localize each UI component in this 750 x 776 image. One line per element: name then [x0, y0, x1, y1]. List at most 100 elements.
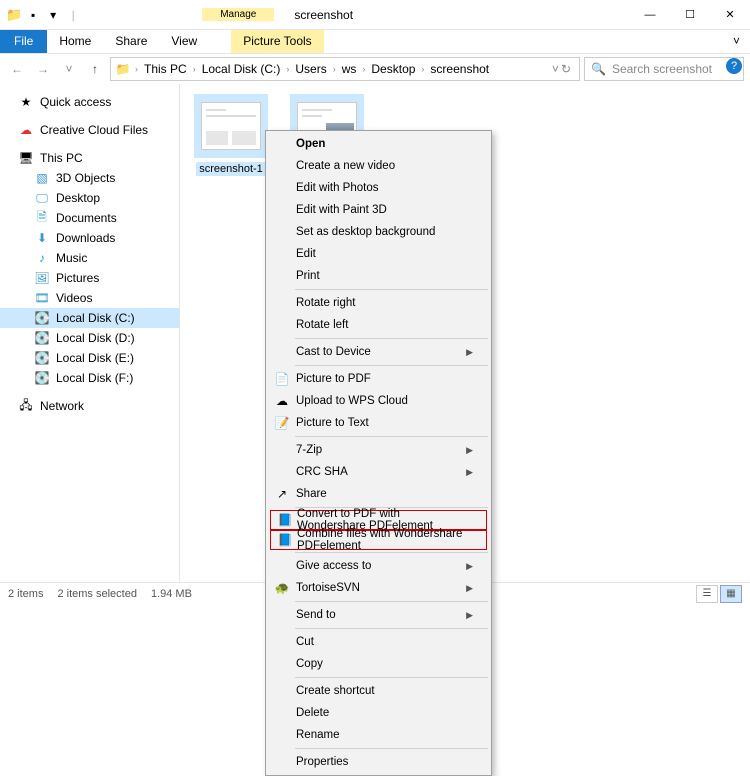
search-input[interactable]: 🔍 Search screenshot [584, 57, 744, 81]
nav-quick-access[interactable]: ★Quick access [0, 92, 179, 112]
title-bar: 📁 ▪ ▾ | Manage screenshot — ☐ ✕ [0, 0, 750, 30]
menu-picture-to-text[interactable]: 📝Picture to Text [268, 412, 489, 434]
pictures-icon: 🖼 [34, 270, 50, 286]
nav-music[interactable]: ♪Music [0, 248, 179, 268]
nav-recent-button[interactable]: ˅ [58, 58, 80, 80]
view-large-icons-button[interactable]: ▦ [720, 585, 742, 603]
menu-separator [295, 552, 488, 553]
chevron-right-icon[interactable]: › [284, 64, 291, 74]
menu-delete[interactable]: Delete [268, 702, 489, 724]
nav-disk-f[interactable]: 💽Local Disk (F:) [0, 368, 179, 388]
tab-file[interactable]: File [0, 30, 47, 53]
menu-cut[interactable]: Cut [268, 631, 489, 653]
crumb-ws[interactable]: ws [340, 62, 359, 76]
ribbon-toggle-button[interactable]: ˅ [723, 30, 750, 53]
menu-separator [295, 677, 488, 678]
qat-save-icon[interactable]: ▪ [24, 5, 42, 25]
navigation-pane: ★Quick access ☁Creative Cloud Files 🖥Thi… [0, 84, 180, 582]
menu-separator [295, 338, 488, 339]
menu-rename[interactable]: Rename [268, 724, 489, 746]
menu-cast[interactable]: Cast to Device▶ [268, 341, 489, 363]
menu-picture-to-pdf[interactable]: 📄Picture to PDF [268, 368, 489, 390]
title-center: Manage screenshot [82, 0, 630, 29]
cloud-icon: ☁ [18, 122, 34, 138]
nav-disk-c[interactable]: 💽Local Disk (C:) [0, 308, 179, 328]
nav-network[interactable]: 🖧Network [0, 396, 179, 416]
file-name: screenshot-1 [196, 162, 266, 176]
nav-videos[interactable]: 🎞Videos [0, 288, 179, 308]
menu-send-to[interactable]: Send to▶ [268, 604, 489, 626]
chevron-right-icon[interactable]: › [331, 64, 338, 74]
nav-disk-e[interactable]: 💽Local Disk (E:) [0, 348, 179, 368]
music-icon: ♪ [34, 250, 50, 266]
submenu-arrow-icon: ▶ [466, 467, 473, 478]
text-icon: 📝 [274, 416, 290, 430]
nav-downloads[interactable]: ⬇Downloads [0, 228, 179, 248]
menu-crc-sha[interactable]: CRC SHA▶ [268, 461, 489, 483]
nav-desktop[interactable]: 🖵Desktop [0, 188, 179, 208]
chevron-right-icon[interactable]: › [360, 64, 367, 74]
close-button[interactable]: ✕ [710, 0, 750, 29]
maximize-button[interactable]: ☐ [670, 0, 710, 29]
nav-creative-cloud[interactable]: ☁Creative Cloud Files [0, 120, 179, 140]
menu-wps-upload[interactable]: ☁Upload to WPS Cloud [268, 390, 489, 412]
crumb-c[interactable]: Local Disk (C:) [200, 62, 283, 76]
nav-documents[interactable]: 🗎Documents [0, 208, 179, 228]
chevron-right-icon[interactable]: › [191, 64, 198, 74]
file-item[interactable]: screenshot-1 [190, 94, 272, 176]
contextual-tab-header: Manage [202, 8, 274, 21]
window-controls: — ☐ ✕ [630, 0, 750, 29]
submenu-arrow-icon: ▶ [466, 445, 473, 456]
menu-rotate-right[interactable]: Rotate right [268, 292, 489, 314]
drive-icon: 💽 [34, 370, 50, 386]
address-bar[interactable]: 📁 › This PC › Local Disk (C:) › Users › … [110, 57, 580, 81]
menu-share[interactable]: ↗Share [268, 483, 489, 505]
nav-back-button[interactable]: ← [6, 58, 28, 80]
menu-convert-pdfelement[interactable]: 📘Convert to PDF with Wondershare PDFelem… [270, 510, 487, 530]
nav-this-pc[interactable]: 🖥This PC [0, 148, 179, 168]
nav-disk-d[interactable]: 💽Local Disk (D:) [0, 328, 179, 348]
nav-pictures[interactable]: 🖼Pictures [0, 268, 179, 288]
menu-create-video[interactable]: Create a new video [268, 155, 489, 177]
crumb-users[interactable]: Users [293, 62, 328, 76]
view-details-button[interactable]: ☰ [696, 585, 718, 603]
menu-edit-photos[interactable]: Edit with Photos [268, 177, 489, 199]
crumb-desktop[interactable]: Desktop [369, 62, 417, 76]
help-icon[interactable]: ? [726, 58, 742, 74]
tab-share[interactable]: Share [103, 30, 159, 53]
crumb-screenshot[interactable]: screenshot [428, 62, 491, 76]
qat: 📁 ▪ ▾ | [0, 5, 82, 25]
nav-forward-button[interactable]: → [32, 58, 54, 80]
menu-tortoisesvn[interactable]: 🐢TortoiseSVN▶ [268, 577, 489, 599]
menu-rotate-left[interactable]: Rotate left [268, 314, 489, 336]
menu-7zip[interactable]: 7-Zip▶ [268, 439, 489, 461]
tab-home[interactable]: Home [47, 30, 103, 53]
refresh-icon[interactable]: ↻ [561, 62, 571, 76]
menu-combine-pdfelement[interactable]: 📘Combine files with Wondershare PDFeleme… [270, 530, 487, 550]
nav-up-button[interactable]: ↑ [84, 58, 106, 80]
menu-edit[interactable]: Edit [268, 243, 489, 265]
addr-dropdown-icon[interactable]: ˅ [552, 62, 559, 76]
chevron-right-icon[interactable]: › [419, 64, 426, 74]
crumb-this-pc[interactable]: This PC [142, 62, 189, 76]
nav-3d-objects[interactable]: ▧3D Objects [0, 168, 179, 188]
submenu-arrow-icon: ▶ [466, 561, 473, 572]
submenu-arrow-icon: ▶ [466, 583, 473, 594]
menu-print[interactable]: Print [268, 265, 489, 287]
qat-undo-icon[interactable]: ▾ [44, 5, 62, 25]
menu-paint3d[interactable]: Edit with Paint 3D [268, 199, 489, 221]
videos-icon: 🎞 [34, 290, 50, 306]
menu-properties[interactable]: Properties [268, 751, 489, 773]
tab-picture-tools[interactable]: Picture Tools [231, 30, 323, 53]
cloud-upload-icon: ☁ [274, 394, 290, 408]
menu-copy[interactable]: Copy [268, 653, 489, 675]
tortoise-icon: 🐢 [274, 581, 290, 595]
menu-set-background[interactable]: Set as desktop background [268, 221, 489, 243]
chevron-right-icon[interactable]: › [133, 64, 140, 74]
menu-open[interactable]: Open [268, 133, 489, 155]
menu-separator [295, 436, 488, 437]
menu-give-access[interactable]: Give access to▶ [268, 555, 489, 577]
tab-view[interactable]: View [159, 30, 209, 53]
minimize-button[interactable]: — [630, 0, 670, 29]
menu-create-shortcut[interactable]: Create shortcut [268, 680, 489, 702]
